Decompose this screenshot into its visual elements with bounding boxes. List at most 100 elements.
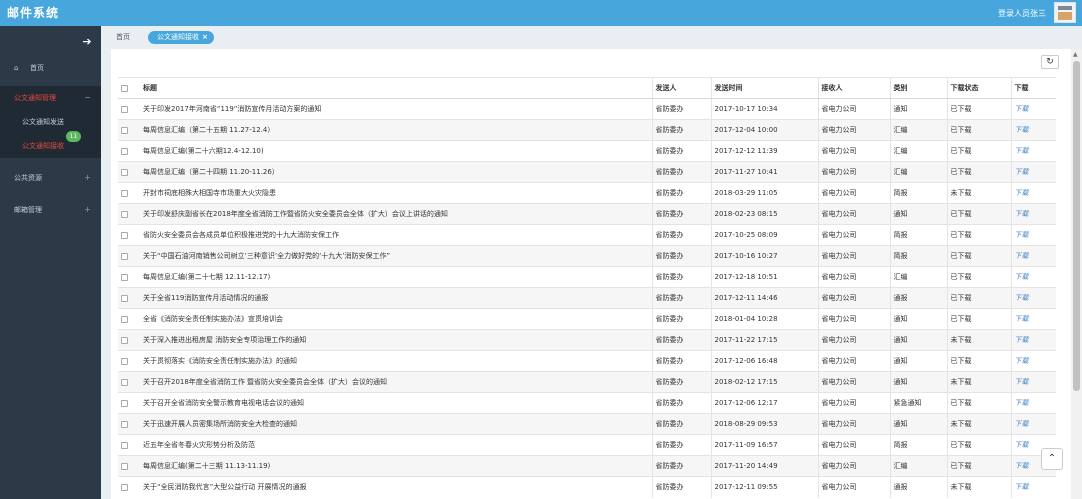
row-download-link[interactable]: 下载 [1010,98,1056,120]
row-download-link[interactable]: 下载 [1010,287,1056,309]
row-checkbox[interactable] [121,357,128,365]
row-download-link[interactable]: 下载 [1010,392,1056,414]
row-checkbox[interactable] [121,231,128,239]
row-download-link[interactable]: 下载 [1010,350,1056,372]
row-download-link[interactable]: 下载 [1010,245,1056,267]
table-row[interactable]: 关于“全民消防我代言”大型公益行动 开展情况的通报 省防委办 2017-12-11 … [118,476,1056,498]
table-row[interactable]: 每周信息汇编(第二十三期 11.13-11.19) 省防委办 2017-11-20 … [118,455,1056,477]
tab-notice-receive[interactable]: 公文通知接收 × [148,31,214,44]
row-title[interactable]: 每周信息汇编(第二十七期 12.11-12.17) [140,266,652,288]
sidebar-group-public-resources[interactable]: 公共资源 + [0,166,101,190]
column-header-receiver[interactable]: 接收人 [817,77,890,99]
row-title[interactable]: 关于贯彻落实《消防安全责任制实施办法》的通知 [140,350,652,372]
arrow-left-icon[interactable]: ➔ [81,36,93,48]
row-checkbox[interactable] [121,336,128,344]
table-row[interactable]: 关于印发舒庆副省长在2018年度全省消防工作暨省防火安全委员会全体（扩大）会议上… [118,203,1056,225]
table-row[interactable]: 关于召开全省消防安全警示教育电视电话会议的通知 省防委办 2017-12-06 12… [118,392,1056,414]
row-checkbox[interactable] [121,105,128,113]
table-row[interactable]: 每周信息汇编（第二十四期 11.20-11.26） 省防委办 2017-11-27 … [118,161,1056,183]
avatar[interactable] [1054,2,1076,23]
page-scrollbar[interactable]: ▲ [1071,49,1082,499]
row-checkbox[interactable] [121,126,128,134]
row-title[interactable]: 关于“全民消防我代言”大型公益行动 开展情况的通报 [140,476,652,498]
row-title[interactable]: 关于召开2018年度全省消防工作 暨省防火安全委员会全体（扩大）会议的通知 [140,371,652,393]
row-download-link[interactable]: 下载 [1010,329,1056,351]
row-select-cell [118,182,140,204]
table-row[interactable]: 关于印发2017年河南省“119”消防宣传月活动方案的通知 省防委办 2017-10… [118,98,1056,120]
row-checkbox[interactable] [121,315,128,323]
table-row[interactable]: 关于召开2018年度全省消防工作 暨省防火安全委员会全体（扩大）会议的通知 省防委… [118,371,1056,393]
table-row[interactable]: 关于深入推进出租房屋 消防安全专项治理工作的通知 省防委办 2017-11-22 1… [118,329,1056,351]
row-title[interactable]: 近五年全省冬春火灾形势分析及防范 [140,434,652,456]
row-checkbox[interactable] [121,210,128,218]
table-row[interactable]: 近五年全省冬春火灾形势分析及防范 省防委办 2017-11-09 16:57 省电力公… [118,434,1056,456]
table-row[interactable]: 每周信息汇编（第二十五期 11.27-12.4） 省防委办 2017-12-04 1… [118,119,1056,141]
row-checkbox[interactable] [121,420,128,428]
close-icon[interactable]: × [202,33,208,41]
sidebar-group-document-notice[interactable]: 公文通知管理 − [0,86,101,110]
row-download-link[interactable]: 下载 [1010,182,1056,204]
table-row[interactable]: 省防火安全委员会各成员单位积极推进党的十九大消防安保工作 省防委办 2017-10-… [118,224,1056,246]
column-header-time[interactable]: 发送时间 [710,77,818,99]
row-title[interactable]: 关于召开全省消防安全警示教育电视电话会议的通知 [140,392,652,414]
row-title[interactable]: 全省《消防安全责任制实施办法》宣贯培训会 [140,308,652,330]
row-title[interactable]: 关于全省119消防宣传月活动情况的通报 [140,287,652,309]
row-checkbox[interactable] [121,252,128,260]
table-row[interactable]: 每周信息汇编(第二十六期12.4-12.10) 省防委办 2017-12-12 11… [118,140,1056,162]
column-header-download[interactable]: 下载 [1010,77,1056,99]
sidebar-item-home[interactable]: ⌂ 首页 [0,56,101,80]
row-download-link[interactable]: 下载 [1010,266,1056,288]
row-download-link[interactable]: 下载 [1010,140,1056,162]
row-download-link[interactable]: 下载 [1010,476,1056,498]
tab-home[interactable]: 首页 [116,32,130,42]
column-header-category[interactable]: 类别 [889,77,947,99]
select-all-checkbox[interactable] [121,84,128,92]
row-title[interactable]: 开封市祠底相殊大相国寺市场重大火灾隐患 [140,182,652,204]
sidebar-item-notice-receive[interactable]: 公文通知接收 11 [0,131,101,158]
row-title[interactable]: 省防火安全委员会各成员单位积极推进党的十九大消防安保工作 [140,224,652,246]
back-to-top-button[interactable]: ⌃ [1041,448,1063,470]
column-header-status[interactable]: 下载状态 [946,77,1011,99]
table-row[interactable]: 每周信息汇编(第二十七期 12.11-12.17) 省防委办 2017-12-18 … [118,266,1056,288]
table-row[interactable]: 关于迅速开展人员密集场所消防安全大检查的通知 省防委办 2018-08-29 09:… [118,413,1056,435]
table-row[interactable]: 关于全省119消防宣传月活动情况的通报 省防委办 2017-12-11 14:46 省… [118,287,1056,309]
row-title[interactable]: 关于印发2017年河南省“119”消防宣传月活动方案的通知 [140,98,652,120]
table-row[interactable]: 全省《消防安全责任制实施办法》宣贯培训会 省防委办 2018-01-04 10:28… [118,308,1056,330]
scroll-up-icon[interactable]: ▲ [1073,51,1078,58]
row-download-link[interactable]: 下载 [1010,371,1056,393]
column-header-title[interactable]: 标题 [140,77,652,99]
row-download-link[interactable]: 下载 [1010,161,1056,183]
table-row[interactable]: 关于“中国石油河南销售公司树立‘三种意识’全力做好党的‘十九大’消防安保工作” 省… [118,245,1056,267]
row-checkbox[interactable] [121,462,128,470]
row-download-link[interactable]: 下载 [1010,119,1056,141]
table-row[interactable]: 开封市祠底相殊大相国寺市场重大火灾隐患 省防委办 2018-03-29 11:05 省… [118,182,1056,204]
row-checkbox[interactable] [121,273,128,281]
row-download-link[interactable]: 下载 [1010,224,1056,246]
row-title[interactable]: 关于深入推进出租房屋 消防安全专项治理工作的通知 [140,329,652,351]
row-title[interactable]: 每周信息汇编（第二十五期 11.27-12.4） [140,119,652,141]
row-checkbox[interactable] [121,399,128,407]
row-download-link[interactable]: 下载 [1010,413,1056,435]
sidebar-group-mailbox-admin[interactable]: 邮箱管理 + [0,198,101,222]
row-checkbox[interactable] [121,147,128,155]
row-title[interactable]: 关于迅速开展人员密集场所消防安全大检查的通知 [140,413,652,435]
row-download-link[interactable]: 下载 [1010,308,1056,330]
row-checkbox[interactable] [121,441,128,449]
column-header-sender[interactable]: 发送人 [651,77,711,99]
row-checkbox[interactable] [121,294,128,302]
row-download-link[interactable]: 下载 [1010,203,1056,225]
row-title[interactable]: 每周信息汇编(第二十六期12.4-12.10) [140,140,652,162]
row-title[interactable]: 关于印发舒庆副省长在2018年度全省消防工作暨省防火安全委员会全体（扩大）会议上… [140,203,652,225]
row-select-cell [118,266,140,288]
scrollbar-thumb[interactable] [1073,61,1080,391]
row-title[interactable]: 每周信息汇编(第二十三期 11.13-11.19) [140,455,652,477]
row-checkbox[interactable] [121,378,128,386]
sidebar-item-notice-send[interactable]: 公文通知发送 [0,110,101,134]
row-title[interactable]: 关于“中国石油河南销售公司树立‘三种意识’全力做好党的‘十九大’消防安保工作” [140,245,652,267]
row-checkbox[interactable] [121,483,128,491]
row-title[interactable]: 每周信息汇编（第二十四期 11.20-11.26） [140,161,652,183]
row-checkbox[interactable] [121,168,128,176]
row-checkbox[interactable] [121,189,128,197]
refresh-button[interactable]: ↻ [1041,55,1059,69]
table-row[interactable]: 关于贯彻落实《消防安全责任制实施办法》的通知 省防委办 2017-12-06 16:… [118,350,1056,372]
